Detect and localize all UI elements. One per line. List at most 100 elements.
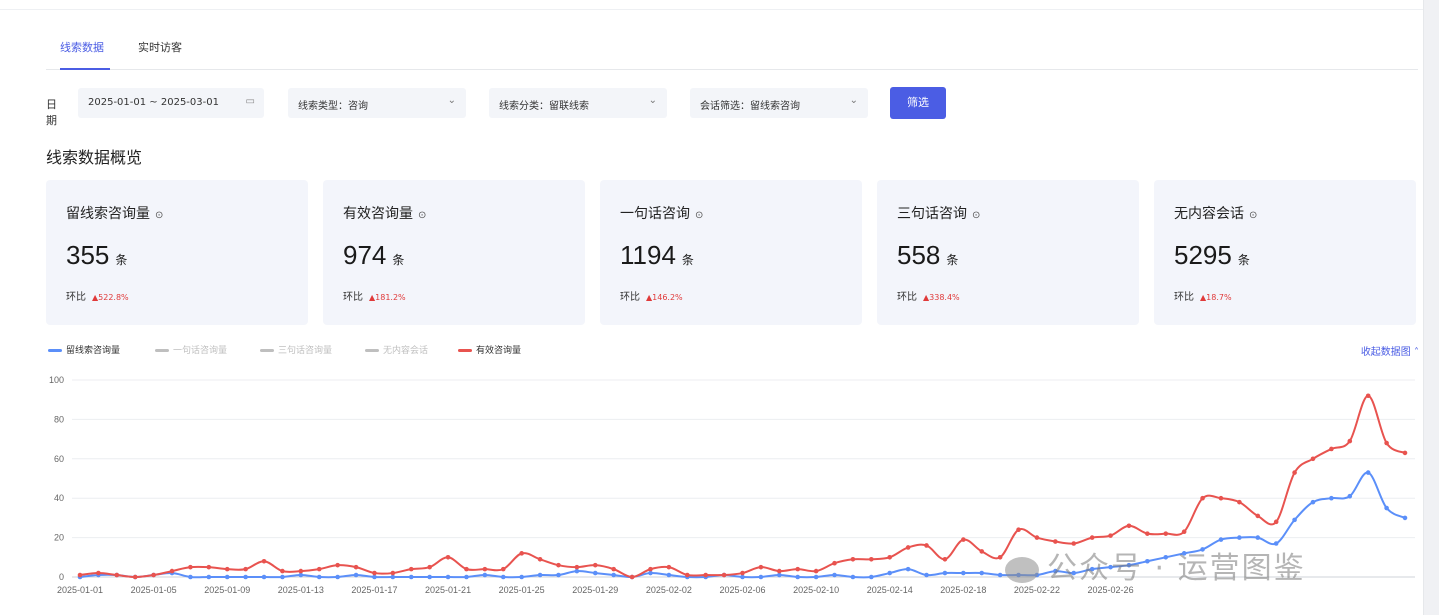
date-label: 日期 <box>46 98 57 127</box>
data-point <box>556 572 561 578</box>
metric-compare: 环比 ▲522.8% <box>66 288 129 303</box>
help-icon[interactable]: ⊙ <box>418 210 426 221</box>
legend-label: 有效咨询量 <box>476 346 522 356</box>
data-point <box>1384 505 1389 511</box>
y-tick-label: 20 <box>54 533 64 543</box>
data-point <box>132 574 138 580</box>
help-icon[interactable]: ⊙ <box>155 210 163 221</box>
data-point <box>666 564 672 570</box>
data-point <box>1329 495 1334 501</box>
top-border <box>0 0 1439 10</box>
calendar-icon: ▭ <box>245 96 255 107</box>
legend-swatch <box>458 349 472 352</box>
legend-item[interactable]: 无内容会话 <box>365 343 428 356</box>
data-point <box>372 574 377 580</box>
compare-label: 环比 <box>343 292 363 303</box>
x-tick-label: 2025-01-21 <box>425 585 471 595</box>
metric-title-text: 留线索咨询量 <box>66 206 150 222</box>
data-point <box>390 570 396 576</box>
help-icon[interactable]: ⊙ <box>695 210 703 221</box>
data-point <box>243 574 248 580</box>
data-point <box>1145 531 1150 536</box>
collapse-chart-link[interactable]: 收起数据图 ˄ <box>1361 343 1419 358</box>
legend-swatch <box>365 349 379 352</box>
session-filter-select[interactable]: 会话筛选：留线索咨询 ⌄ <box>690 88 868 118</box>
metric-card: 无内容会话 ⊙ 5295 条 环比 ▲18.7% <box>1154 180 1416 325</box>
metric-title: 三句话咨询 ⊙ <box>897 203 980 223</box>
lead-category-select[interactable]: 线索分类：留联线索 ⌄ <box>489 88 667 118</box>
metric-value: 355 条 <box>66 240 127 271</box>
y-tick-label: 40 <box>54 493 64 503</box>
data-point <box>372 570 377 576</box>
data-point <box>629 574 635 580</box>
data-point <box>206 564 212 570</box>
data-point <box>280 568 285 574</box>
filter-button[interactable]: 筛选 <box>890 87 946 119</box>
metric-title-text: 有效咨询量 <box>343 206 413 222</box>
data-point <box>1255 513 1261 519</box>
data-point <box>813 568 819 574</box>
help-icon[interactable]: ⊙ <box>972 210 980 221</box>
metric-value: 5295 条 <box>1174 240 1250 271</box>
active-tab-indicator <box>60 68 110 70</box>
watermark: 公众号 · 运营图鉴 <box>1005 543 1306 587</box>
chevron-down-icon: ⌄ <box>648 95 657 106</box>
data-point <box>574 564 580 570</box>
data-point <box>997 555 1003 560</box>
compare-percent: ▲338.4% <box>923 293 960 302</box>
date-range-picker[interactable]: 2025-01-01 ~ 2025-03-01 ▭ <box>78 88 264 118</box>
data-point <box>537 572 543 578</box>
legend-item[interactable]: 留线索咨询量 <box>48 343 120 356</box>
tab-realtime-visitors[interactable]: 实时访客 <box>138 39 182 55</box>
metric-compare: 环比 ▲146.2% <box>620 288 683 303</box>
data-point <box>464 574 469 580</box>
data-point <box>261 558 267 564</box>
data-point <box>942 570 948 576</box>
x-tick-label: 2025-02-06 <box>719 585 765 595</box>
metric-card: 一句话咨询 ⊙ 1194 条 环比 ▲146.2% <box>600 180 862 325</box>
data-point <box>574 568 580 574</box>
x-tick-label: 2025-01-09 <box>204 585 250 595</box>
data-point <box>96 570 101 576</box>
legend-item[interactable]: 有效咨询量 <box>458 343 521 356</box>
data-point <box>869 556 874 562</box>
legend-swatch <box>48 349 62 352</box>
help-icon[interactable]: ⊙ <box>1249 210 1257 221</box>
session-filter-value: 会话筛选：留线索咨询 <box>700 101 800 112</box>
x-tick-label: 2025-01-01 <box>57 585 103 595</box>
legend-item[interactable]: 三句话咨询量 <box>260 343 332 356</box>
data-point <box>500 574 506 580</box>
tab-lead-data[interactable]: 线索数据 <box>60 39 104 55</box>
legend-item[interactable]: 一句话咨询量 <box>155 343 227 356</box>
data-point <box>905 545 911 550</box>
data-point <box>1218 495 1224 501</box>
collapse-label: 收起数据图 <box>1360 347 1411 358</box>
data-point <box>1034 535 1040 540</box>
data-point <box>740 570 745 576</box>
y-tick-label: 0 <box>59 572 64 582</box>
x-tick-label: 2025-01-29 <box>572 585 618 595</box>
metric-unit: 条 <box>946 253 959 267</box>
data-point <box>924 543 929 548</box>
lead-type-select[interactable]: 线索类型：咨询 ⌄ <box>288 88 466 118</box>
metric-number: 1194 <box>620 240 676 270</box>
data-point <box>261 574 267 580</box>
data-point <box>408 566 414 572</box>
data-point <box>445 574 451 580</box>
metric-compare: 环比 ▲18.7% <box>1174 288 1232 303</box>
x-tick-label: 2025-01-13 <box>278 585 324 595</box>
x-tick-label: 2025-01-25 <box>499 585 545 595</box>
data-point <box>188 564 193 570</box>
data-point <box>206 574 212 580</box>
tab-bar: 线索数据 实时访客 <box>46 30 1418 70</box>
data-point <box>1310 456 1316 462</box>
data-point <box>758 564 764 570</box>
data-point <box>648 570 653 576</box>
data-point <box>924 572 929 578</box>
data-point <box>537 556 543 562</box>
data-point <box>611 572 616 578</box>
data-point <box>353 564 359 570</box>
legend-label: 一句话咨询量 <box>173 346 228 356</box>
data-point <box>335 574 340 580</box>
data-point <box>1384 440 1389 446</box>
